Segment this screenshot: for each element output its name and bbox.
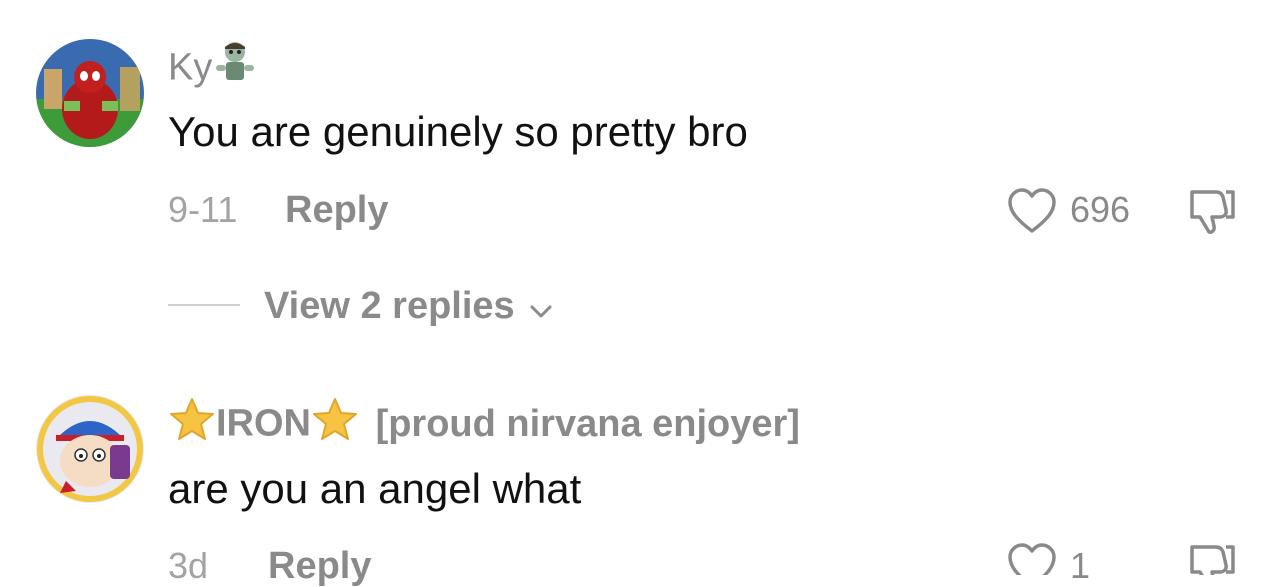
reply-button[interactable]: Reply xyxy=(285,191,388,229)
heart-icon[interactable] xyxy=(1006,187,1058,240)
star-icon xyxy=(311,398,359,449)
username[interactable]: Ky xyxy=(168,42,258,92)
view-replies-label: View 2 replies xyxy=(264,285,515,327)
comment-text: You are genuinely so pretty bro xyxy=(168,108,748,155)
view-replies-button[interactable]: View 2 replies xyxy=(264,287,553,327)
comment-date: 9-11 xyxy=(168,189,238,230)
like-count: 696 xyxy=(1070,189,1131,230)
username[interactable]: IRON [proud nirvana enjoyer] xyxy=(168,398,800,449)
user-tag: [proud nirvana enjoyer] xyxy=(375,402,800,445)
avatar[interactable] xyxy=(36,395,144,503)
zombie-icon xyxy=(212,42,258,92)
dislike-icon[interactable] xyxy=(1186,543,1238,587)
chevron-down-icon xyxy=(529,289,553,327)
view-replies-divider xyxy=(168,304,240,306)
username-text[interactable]: IRON xyxy=(216,403,311,445)
star-icon xyxy=(168,398,216,449)
dislike-icon[interactable] xyxy=(1186,188,1238,241)
comment-date: 3d xyxy=(168,545,209,586)
heart-icon[interactable] xyxy=(1006,542,1058,587)
like-count: 1 xyxy=(1070,545,1091,586)
reply-button[interactable]: Reply xyxy=(268,547,371,585)
avatar[interactable] xyxy=(36,39,144,147)
comment-text: are you an angel what xyxy=(168,465,582,512)
username-text[interactable]: Ky xyxy=(168,47,212,89)
